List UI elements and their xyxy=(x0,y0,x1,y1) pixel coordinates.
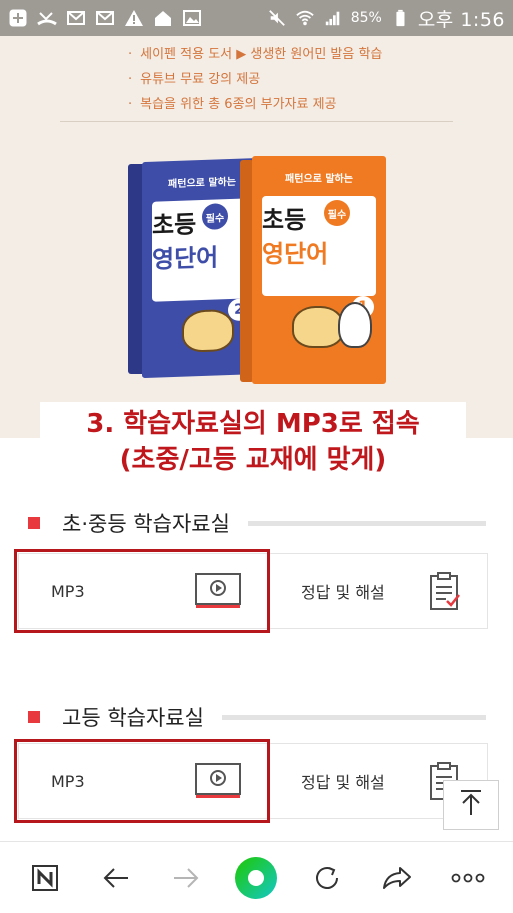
browser-bottom-nav xyxy=(0,841,513,913)
section-header-high: 고등 학습자료실 xyxy=(28,702,486,732)
more-button[interactable] xyxy=(444,854,492,902)
card-label: 정답 및 해설 xyxy=(301,773,385,792)
caption-line-2: (초중/고등 교재에 맞게) xyxy=(119,445,387,475)
warning-icon xyxy=(124,8,144,28)
signal-icon xyxy=(323,8,343,28)
instruction-caption: 3. 학습자료실의 MP3로 접속 (초중/고등 교재에 맞게) xyxy=(40,402,466,478)
highlight-box xyxy=(14,739,270,823)
feature-item: · 복습을 위한 총 6종의 부가자료 제공 xyxy=(128,97,337,112)
section-title: 초·중등 학습자료실 xyxy=(62,512,230,536)
naver-green-dot-icon xyxy=(235,856,278,899)
home-app-icon xyxy=(153,8,173,28)
feature-item: · 유튜브 무료 강의 제공 xyxy=(128,72,261,87)
promo-banner: · 세이펜 적용 도서 ▶ 생생한 원어민 발음 학습 · 유튜브 무료 강의 제공… xyxy=(0,36,513,438)
section-divider xyxy=(221,714,486,720)
scroll-to-top-button[interactable] xyxy=(443,780,499,830)
arrow-up-icon xyxy=(459,789,483,821)
section-header-middle: 초·중등 학습자료실 xyxy=(28,508,486,538)
plus-icon xyxy=(8,8,28,28)
refresh-button[interactable] xyxy=(303,854,351,902)
image-icon xyxy=(182,8,202,28)
clock: 오후 1:56 xyxy=(417,8,505,31)
back-arrow-icon xyxy=(103,867,128,888)
caption-line-1: 3. 학습자료실의 MP3로 접속 xyxy=(86,409,420,439)
naver-home-icon xyxy=(32,864,59,891)
mascot-image xyxy=(182,308,234,353)
answer-card-middle[interactable]: 정답 및 해설 xyxy=(268,553,488,629)
mascot-image xyxy=(292,306,344,348)
battery-percent: 85% xyxy=(350,10,382,26)
section-marker xyxy=(28,711,40,723)
mail-icon xyxy=(95,8,115,28)
more-icon xyxy=(451,873,485,882)
highlight-box xyxy=(14,549,270,633)
forward-arrow-icon xyxy=(174,867,199,888)
naver-green-dot-button[interactable] xyxy=(232,854,280,902)
clipboard-answer-icon xyxy=(429,571,461,611)
section-title: 고등 학습자료실 xyxy=(62,706,204,730)
naver-home-button[interactable] xyxy=(21,854,69,902)
divider xyxy=(60,121,453,122)
back-button[interactable] xyxy=(92,854,140,902)
mute-icon xyxy=(267,8,287,28)
section-marker xyxy=(28,517,40,529)
battery-icon xyxy=(390,8,410,28)
book-cover-vol1: 패턴으로 말하는 초등 필수 영단어 1 xyxy=(252,156,386,384)
share-button[interactable] xyxy=(373,854,421,902)
share-icon xyxy=(383,866,412,889)
refresh-icon xyxy=(315,866,338,889)
feature-item: · 세이펜 적용 도서 ▶ 생생한 원어민 발음 학습 xyxy=(128,47,383,62)
mail-icon xyxy=(66,8,86,28)
forward-button[interactable] xyxy=(162,854,210,902)
status-bar: 85% 오후 1:56 xyxy=(0,0,513,36)
wifi-icon xyxy=(295,8,315,28)
card-label: 정답 및 해설 xyxy=(301,583,385,602)
missed-call-icon xyxy=(37,8,57,28)
section-divider xyxy=(247,520,486,526)
feature-list: · 세이펜 적용 도서 ▶ 생생한 원어민 발음 학습 · 유튜브 무료 강의 제공… xyxy=(128,42,382,117)
rabbit-mascot-image xyxy=(338,302,372,348)
